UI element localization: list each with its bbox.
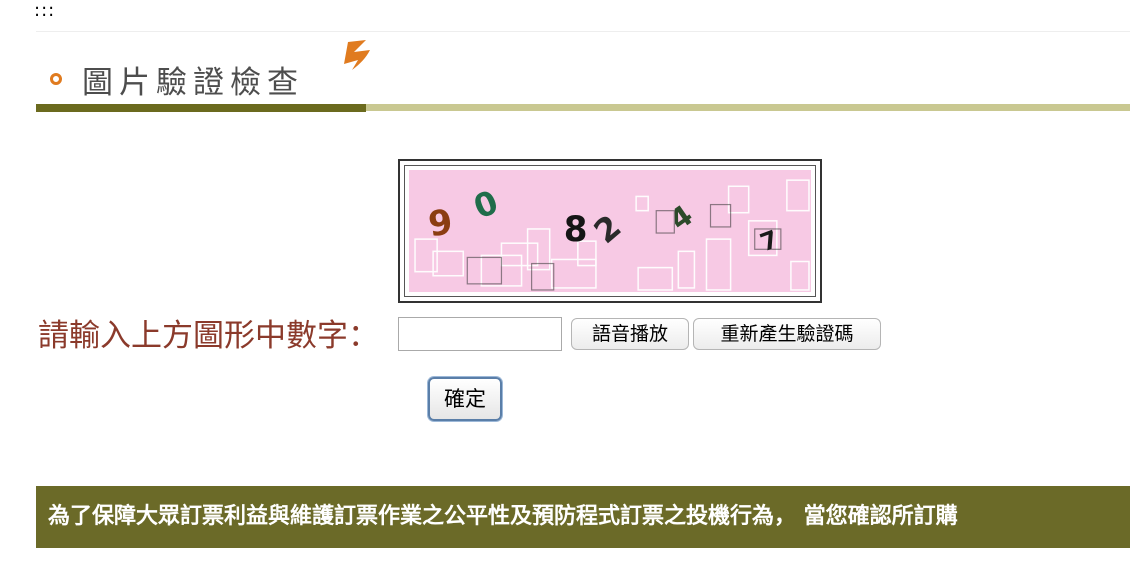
audio-play-button[interactable]: 語音播放 [571,318,689,350]
heading-bar-light [366,104,1130,111]
captcha-prompt-label: 請輸入上方圖形中數字： [38,318,379,354]
flourish-icon [344,40,370,70]
notice-banner: 為了保障大眾訂票利益與維護訂票作業之公平性及預防程式訂票之投機行為， 當您確認所… [36,486,1130,548]
captcha-char: 8 [564,210,588,250]
notice-text: 為了保障大眾訂票利益與維護訂票作業之公平性及預防程式訂票之投機行為， 當您確認所… [48,504,958,529]
heading-bar-dark [36,104,366,112]
section-title: 圖片驗證檢查 [82,64,304,101]
top-divider [36,31,1130,32]
captcha-frame: 9 0 8 2 4 7 [398,159,822,303]
captcha-inner-border: 9 0 8 2 4 7 [404,165,816,297]
section-heading: 圖片驗證檢查 [50,56,304,102]
captcha-image: 9 0 8 2 4 7 [409,170,811,292]
captcha-page: ::: 圖片驗證檢查 9 0 8 2 4 7 請輸入上方圖形中數字： 語音播放 … [0,0,1130,584]
confirm-button[interactable]: 確定 [428,377,502,421]
regenerate-captcha-button[interactable]: 重新產生驗證碼 [693,318,881,350]
accesskey-anchor[interactable]: ::: [34,0,55,22]
captcha-code-input[interactable] [398,317,562,351]
circle-bullet-icon [50,73,62,85]
